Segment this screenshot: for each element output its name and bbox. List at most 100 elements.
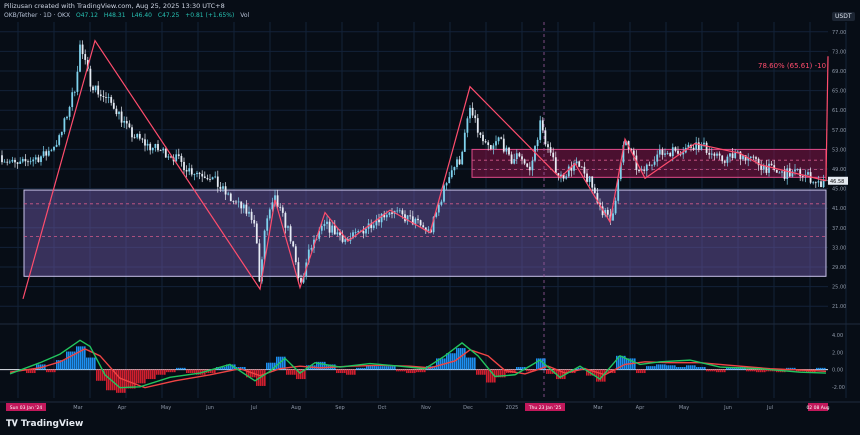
macd-hist-bar bbox=[690, 365, 692, 370]
macd-hist-bar bbox=[728, 367, 730, 370]
macd-hist-bar bbox=[488, 369, 490, 383]
high-value: H48.31 bbox=[103, 12, 126, 19]
candle-body bbox=[731, 153, 734, 159]
candle-body bbox=[89, 68, 92, 87]
symbol-name[interactable]: OKB/Tether · 1D · OKX bbox=[4, 12, 70, 19]
x-tick-label: Mar bbox=[593, 405, 603, 411]
volume-label: Vol bbox=[240, 12, 250, 19]
y-tick-label: 49.00 bbox=[832, 167, 846, 173]
macd-hist-bar bbox=[152, 369, 154, 380]
macd-hist-bar bbox=[50, 369, 52, 373]
macd-hist-bar bbox=[708, 369, 710, 372]
candle-body bbox=[391, 212, 393, 214]
macd-hist-bar bbox=[712, 369, 714, 372]
macd-hist-bar bbox=[642, 369, 644, 374]
candle-body bbox=[450, 170, 453, 178]
candle-body bbox=[484, 141, 487, 143]
y-tick-label: 53.00 bbox=[832, 147, 846, 153]
macd-hist-bar bbox=[380, 366, 382, 370]
macd-hist-bar bbox=[224, 367, 226, 370]
candle-body bbox=[398, 210, 401, 212]
macd-hist-bar bbox=[68, 351, 70, 370]
candle-body bbox=[183, 161, 185, 171]
macd-hist-bar bbox=[466, 357, 468, 370]
candle-body bbox=[203, 176, 206, 179]
candle-body bbox=[614, 200, 617, 214]
macd-hist-bar bbox=[822, 367, 824, 370]
y-tick-label: 73.00 bbox=[832, 49, 846, 55]
candle-body bbox=[97, 85, 100, 95]
change-value: +0.81 (+1.65%) bbox=[185, 12, 235, 19]
macd-hist-bar bbox=[180, 367, 182, 370]
macd-tick-label: 2.00 bbox=[832, 350, 843, 356]
macd-hist-bar bbox=[52, 369, 54, 373]
macd-hist-bar bbox=[184, 367, 186, 370]
currency-badge[interactable]: USDT bbox=[832, 12, 855, 21]
macd-hist-bar bbox=[66, 351, 68, 370]
macd-hist-bar bbox=[288, 369, 290, 375]
macd-hist-bar bbox=[816, 367, 818, 370]
candle-body bbox=[443, 185, 445, 202]
macd-hist-bar bbox=[188, 369, 190, 374]
candle-body bbox=[253, 219, 256, 224]
candle-body bbox=[320, 226, 323, 231]
candle-body bbox=[448, 177, 451, 184]
macd-hist-bar bbox=[662, 364, 664, 370]
candle-body bbox=[211, 177, 214, 180]
candle-body bbox=[401, 210, 404, 215]
candle-body bbox=[697, 142, 700, 150]
candle-body bbox=[81, 44, 84, 55]
macd-hist-bar bbox=[270, 362, 272, 370]
candle-body bbox=[651, 164, 653, 166]
candle-body bbox=[378, 219, 380, 223]
symbol-legend: OKB/Tether · 1D · OKX O47.12 H48.31 L46.… bbox=[4, 12, 253, 19]
macd-hist-bar bbox=[644, 369, 646, 374]
candle-body bbox=[279, 206, 282, 208]
macd-hist-bar bbox=[160, 369, 162, 375]
candle-body bbox=[235, 201, 237, 203]
macd-hist-bar bbox=[268, 362, 270, 370]
candle-body bbox=[11, 159, 14, 162]
candle-body bbox=[500, 137, 503, 139]
y-tick-label: 25.00 bbox=[832, 285, 846, 291]
macd-hist-bar bbox=[714, 369, 716, 372]
macd-hist-bar bbox=[46, 369, 48, 373]
macd-hist-bar bbox=[290, 369, 292, 375]
candle-body bbox=[380, 213, 383, 223]
candle-body bbox=[778, 172, 781, 174]
macd-hist-bar bbox=[484, 369, 486, 375]
macd-hist-bar bbox=[462, 348, 464, 370]
macd-hist-bar bbox=[256, 369, 258, 386]
candle-body bbox=[1, 155, 3, 163]
macd-hist-bar bbox=[266, 362, 268, 370]
candle-body bbox=[643, 169, 646, 171]
candle-body bbox=[531, 160, 534, 171]
macd-hist-bar bbox=[604, 369, 606, 382]
macd-hist-bar bbox=[386, 366, 388, 370]
price-chart: 78.60% (65.61) -10 77.00 73.00 69.00 65.00 6… bbox=[0, 22, 860, 411]
macd-hist-bar bbox=[440, 358, 442, 370]
candle-body bbox=[45, 151, 48, 156]
candle-body bbox=[232, 201, 235, 202]
x-tick-label: Jun bbox=[205, 405, 214, 411]
y-tick-label: 37.00 bbox=[832, 226, 846, 232]
macd-hist-bar bbox=[336, 369, 338, 374]
candle-body bbox=[487, 142, 490, 146]
candle-body bbox=[783, 171, 786, 179]
projection-line bbox=[825, 56, 829, 181]
macd-hist-bar bbox=[824, 367, 826, 370]
candle-body bbox=[515, 153, 518, 160]
macd-hist-bar bbox=[192, 369, 194, 374]
candle-body bbox=[58, 135, 61, 145]
macd-hist-bar bbox=[78, 346, 80, 370]
candle-body bbox=[79, 44, 81, 72]
macd-hist-bar bbox=[696, 367, 698, 370]
macd-hist-bar bbox=[548, 369, 550, 374]
macd-hist-bar bbox=[384, 366, 386, 370]
macd-hist-bar bbox=[394, 366, 396, 370]
macd-hist-bar bbox=[70, 351, 72, 370]
y-tick-label: 29.00 bbox=[832, 265, 846, 271]
macd-hist-bar bbox=[414, 369, 416, 374]
macd-hist-bar bbox=[164, 369, 166, 375]
candle-body bbox=[136, 133, 139, 138]
